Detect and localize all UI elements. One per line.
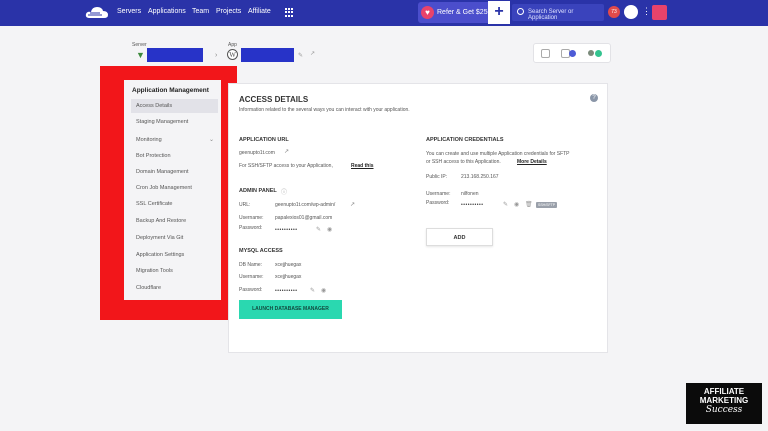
status-badge [595, 50, 602, 57]
delete-icon[interactable]: 🗑 [525, 201, 533, 208]
ssh-sftp-badge: SSH/SFTP [536, 202, 558, 208]
admin-url-value[interactable]: geenupto1t.com/wp-admin/ [275, 202, 335, 208]
sidebar-item-application-settings[interactable]: Application Settings [131, 248, 218, 262]
svg-text:W: W [229, 51, 236, 59]
edit-icon[interactable]: ✎ [298, 52, 303, 59]
nav-projects[interactable]: Projects [216, 8, 241, 15]
sidebar-item-deployment-via-git[interactable]: Deployment Via Git [131, 231, 218, 245]
edit-icon[interactable]: ✎ [316, 226, 321, 233]
server-icon: ▼ [136, 50, 145, 60]
db-password-label: Password: [239, 287, 263, 293]
search-input[interactable]: Search Server or Application [512, 4, 604, 21]
help-icon[interactable]: ? [590, 94, 598, 102]
more-details-link[interactable]: More Details [517, 159, 547, 165]
apps-grid-icon[interactable] [285, 8, 294, 17]
calendar-icon[interactable] [652, 5, 667, 20]
sidebar-item-monitoring[interactable]: Monitoring ⌄ [131, 133, 218, 147]
edit-icon[interactable]: ✎ [310, 287, 315, 294]
sidebar-item-bot-protection[interactable]: Bot Protection [131, 149, 218, 163]
db-name-label: DB Name: [239, 262, 263, 268]
nav-servers[interactable]: Servers [117, 8, 141, 15]
admin-password-label: Password: [239, 225, 263, 231]
db-name-value: xcejjhuegax [275, 262, 302, 268]
read-this-link[interactable]: Read this [351, 163, 374, 169]
page-subtitle: Information related to the several ways … [239, 107, 410, 113]
public-ip-value: 213.168.250.167 [461, 174, 499, 180]
admin-username-label: Username: [239, 215, 264, 221]
logo-line3: Success [705, 405, 743, 415]
heart-icon: ♥ [421, 6, 434, 19]
cred-username-value: nilfonen [461, 191, 479, 197]
app-url-link[interactable]: geenupto1t.com [239, 150, 275, 156]
external-link-icon[interactable]: ↗ [350, 201, 355, 208]
access-details-card: ACCESS DETAILS ? Information related to … [228, 83, 608, 353]
admin-url-label: URL: [239, 202, 251, 208]
search-placeholder: Search Server or Application [528, 9, 574, 21]
affiliate-marketing-logo: AFFILIATE MARKETING Success [686, 383, 762, 424]
sidebar-item-cron-job-management[interactable]: Cron Job Management [131, 181, 218, 195]
eye-icon[interactable]: ◉ [327, 226, 332, 233]
sidebar-item-staging-management[interactable]: Staging Management [131, 115, 218, 129]
add-credential-button[interactable]: ADD [426, 228, 493, 246]
wordpress-icon: W [227, 49, 238, 60]
external-link-icon[interactable]: ↗ [310, 50, 315, 57]
sftp-info-text: For SSH/SFTP access to your Application, [239, 163, 333, 169]
sidebar-item-access-details[interactable]: Access Details [131, 99, 218, 113]
edit-icon[interactable]: ✎ [503, 201, 508, 208]
db-password-value: •••••••••• [275, 288, 298, 294]
page-title: ACCESS DETAILS [239, 95, 309, 104]
server-box-icon[interactable] [541, 49, 550, 58]
breadcrumb-separator-icon: › [215, 52, 218, 59]
refer-label: Refer & Get $25 [437, 9, 488, 16]
cloudways-logo-icon[interactable] [84, 5, 110, 21]
eye-icon[interactable]: ◉ [514, 201, 519, 208]
mysql-heading: MYSQL ACCESS [239, 248, 283, 254]
app-name-redacted[interactable] [241, 48, 294, 62]
sidebar-item-ssl-certificate[interactable]: SSL Certificate [131, 197, 218, 211]
credentials-desc-line1: You can create and use multiple Applicat… [426, 151, 570, 157]
add-new-button[interactable]: + [488, 1, 510, 24]
top-navbar: Servers Applications Team Projects Affil… [0, 0, 768, 26]
nav-team[interactable]: Team [192, 8, 209, 15]
admin-panel-heading: ADMIN PANEL [239, 188, 277, 194]
credentials-desc-line2: or SSH access to this Application. [426, 159, 501, 165]
sidebar-item-domain-management[interactable]: Domain Management [131, 165, 218, 179]
server-name-redacted[interactable] [147, 48, 203, 62]
admin-password-value: •••••••••• [275, 227, 298, 233]
toolbar-icons [533, 43, 611, 63]
sidebar-item-backup-and-restore[interactable]: Backup And Restore [131, 214, 218, 228]
application-management-sidebar: Application Management Access Details St… [124, 80, 221, 300]
notification-badge[interactable]: 73 [608, 6, 620, 18]
mail-badge-icon [569, 50, 576, 57]
sidebar-item-cloudflare[interactable]: Cloudflare [131, 281, 218, 295]
external-link-icon[interactable]: ↗ [284, 148, 289, 155]
public-ip-label: Public IP: [426, 174, 448, 180]
db-username-value: xcejjhuegax [275, 274, 302, 280]
nav-applications[interactable]: Applications [148, 8, 186, 15]
chevron-down-icon: ⌄ [208, 137, 214, 143]
search-icon [517, 8, 524, 15]
more-vert-icon[interactable]: ⋮ [642, 6, 651, 17]
credentials-heading: APPLICATION CREDENTIALS [426, 137, 504, 143]
launch-database-manager-button[interactable]: LAUNCH DATABASE MANAGER [239, 300, 342, 319]
db-username-label: Username: [239, 274, 264, 280]
admin-username-value: papalexios01@gmail.com [275, 215, 333, 221]
logo-line2: MARKETING [699, 396, 749, 405]
cred-username-label: Username: [426, 191, 451, 197]
user-icon[interactable] [588, 50, 594, 56]
sidebar-item-migration-tools[interactable]: Migration Tools [131, 264, 218, 278]
nav-affiliate[interactable]: Affiliate [248, 8, 271, 15]
eye-icon[interactable]: ◉ [321, 287, 326, 294]
cred-password-label: Password: [426, 200, 450, 206]
info-icon[interactable]: ⓘ [281, 187, 287, 196]
breadcrumb-app-label: App [228, 42, 237, 48]
cred-password-value: •••••••••• [461, 202, 484, 208]
avatar[interactable] [624, 5, 638, 19]
breadcrumb-server-label: Server [132, 42, 147, 48]
logo-line1: AFFILIATE [703, 387, 745, 396]
sidebar-title: Application Management [132, 87, 209, 94]
sidebar-item-label: Monitoring [136, 137, 162, 143]
app-url-heading: APPLICATION URL [239, 137, 289, 143]
